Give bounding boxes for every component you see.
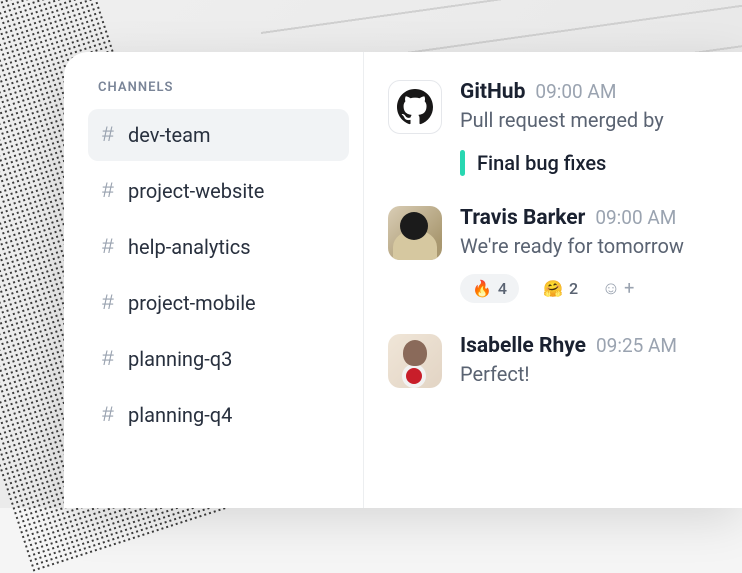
channel-item-help-analytics[interactable]: # help-analytics (88, 221, 349, 273)
hash-icon: # (100, 123, 116, 147)
hash-icon: # (100, 347, 116, 371)
reaction-count: 2 (569, 279, 578, 298)
avatar[interactable] (388, 334, 442, 388)
message-time: 09:25 AM (596, 334, 677, 357)
message-text: Perfect! (460, 362, 742, 386)
channel-item-planning-q3[interactable]: # planning-q3 (88, 333, 349, 385)
channel-item-planning-q4[interactable]: # planning-q4 (88, 389, 349, 441)
message-pane: GitHub 09:00 AM Pull request merged by F… (364, 52, 742, 508)
message-time: 09:00 AM (595, 206, 676, 229)
reaction-hug[interactable]: 🤗 2 (531, 274, 590, 303)
message-time: 09:00 AM (535, 80, 616, 103)
message-text: Pull request merged by (460, 108, 742, 132)
plus-icon: + (624, 278, 634, 299)
attachment-title: Final bug fixes (477, 151, 606, 175)
channel-item-project-website[interactable]: # project-website (88, 165, 349, 217)
channel-label: help-analytics (128, 235, 251, 259)
message-row: Isabelle Rhye 09:25 AM Perfect! (388, 334, 742, 388)
channels-header: CHANNELS (88, 80, 349, 95)
add-reaction-button[interactable]: ☺ + (602, 272, 634, 304)
hash-icon: # (100, 403, 116, 427)
hug-icon: 🤗 (543, 279, 563, 298)
github-icon (397, 89, 433, 125)
reactions-bar: 🔥 4 🤗 2 ☺ + (460, 272, 742, 304)
channel-item-dev-team[interactable]: # dev-team (88, 109, 349, 161)
sidebar: CHANNELS # dev-team # project-website # … (64, 52, 364, 508)
channel-item-project-mobile[interactable]: # project-mobile (88, 277, 349, 329)
avatar[interactable] (388, 206, 442, 260)
channel-label: project-mobile (128, 291, 256, 315)
channel-label: dev-team (128, 123, 211, 147)
message-row: Travis Barker 09:00 AM We're ready for t… (388, 206, 742, 304)
message-sender[interactable]: GitHub (460, 80, 525, 104)
message-text: We're ready for tomorrow (460, 234, 742, 258)
message-sender[interactable]: Isabelle Rhye (460, 334, 586, 358)
channel-label: project-website (128, 179, 264, 203)
channel-label: planning-q4 (128, 403, 232, 427)
smile-icon: ☺ (602, 278, 620, 299)
reaction-count: 4 (498, 279, 507, 298)
attachment[interactable]: Final bug fixes (460, 150, 742, 176)
fire-icon: 🔥 (472, 279, 492, 298)
hash-icon: # (100, 291, 116, 315)
message-sender[interactable]: Travis Barker (460, 206, 585, 230)
message-row: GitHub 09:00 AM Pull request merged by F… (388, 80, 742, 176)
app-window: CHANNELS # dev-team # project-website # … (64, 52, 742, 508)
avatar[interactable] (388, 80, 442, 134)
hash-icon: # (100, 179, 116, 203)
hash-icon: # (100, 235, 116, 259)
reaction-fire[interactable]: 🔥 4 (460, 274, 519, 303)
channel-label: planning-q3 (128, 347, 232, 371)
attachment-color-bar (460, 150, 465, 176)
